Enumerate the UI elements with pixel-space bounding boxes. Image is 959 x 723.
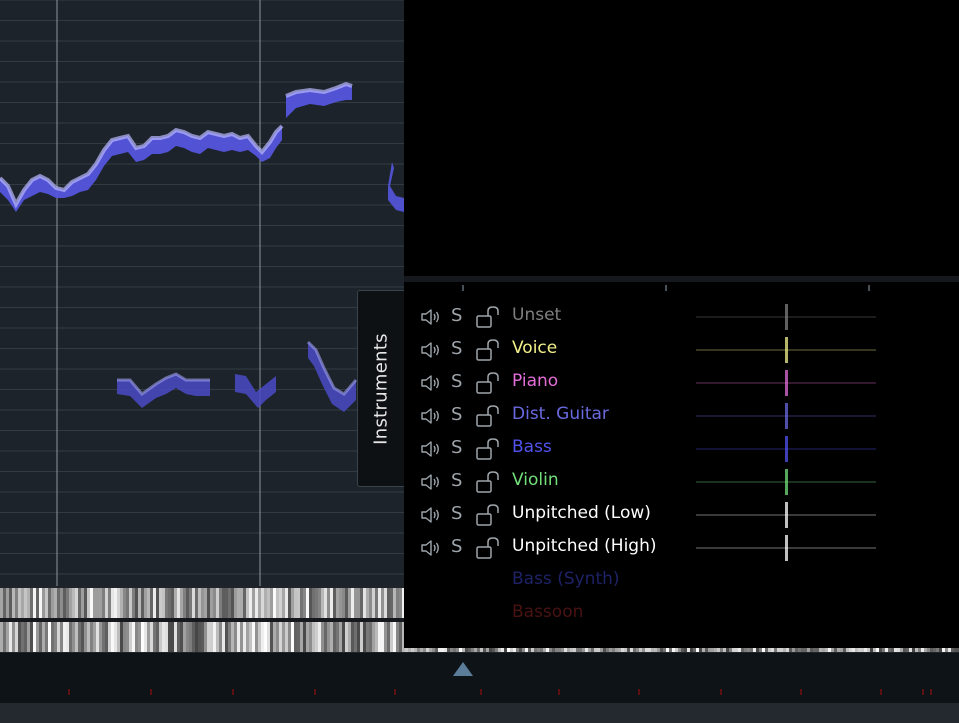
unlock-icon[interactable] — [475, 371, 501, 395]
instrument-row[interactable]: S Voice — [404, 337, 959, 363]
instrument-row[interactable]: S Unpitched (High) — [404, 535, 959, 561]
speaker-icon[interactable] — [420, 307, 442, 327]
instrument-level-meter — [696, 304, 876, 330]
instrument-level-meter — [696, 337, 876, 363]
solo-button[interactable]: S — [451, 305, 462, 326]
instrument-name: Dist. Guitar — [512, 404, 609, 424]
instrument-level-meter — [696, 469, 876, 495]
instrument-row[interactable]: S Dist. Guitar — [404, 403, 959, 429]
instrument-name: Unset — [512, 305, 562, 325]
solo-button[interactable]: S — [451, 437, 462, 458]
note-blob[interactable] — [117, 372, 210, 408]
note-blob[interactable] — [306, 340, 358, 412]
instrument-name: Bass — [512, 437, 552, 457]
speaker-icon[interactable] — [420, 406, 442, 426]
timeline-ticks — [68, 689, 932, 695]
solo-button[interactable]: S — [451, 338, 462, 359]
unlock-icon[interactable] — [475, 470, 501, 494]
instrument-row[interactable]: S Violin — [404, 469, 959, 495]
note-blob[interactable] — [0, 124, 284, 212]
instrument-level-meter — [696, 403, 876, 429]
solo-button[interactable]: S — [451, 371, 462, 392]
instrument-level-meter — [696, 436, 876, 462]
instrument-name: Unpitched (Low) — [512, 503, 651, 523]
instrument-level-meter — [696, 502, 876, 528]
instrument-name: Unpitched (High) — [512, 536, 657, 556]
instrument-name: Bassoon — [512, 602, 584, 622]
instrument-row[interactable]: S Piano — [404, 370, 959, 396]
instrument-name: Bass (Synth) — [512, 569, 620, 589]
solo-button[interactable]: S — [451, 470, 462, 491]
instrument-row[interactable]: S Unset — [404, 304, 959, 330]
unlock-icon[interactable] — [475, 338, 501, 362]
playhead-marker[interactable] — [453, 662, 473, 676]
instruments-tab[interactable]: Instruments — [357, 290, 404, 487]
speaker-icon[interactable] — [420, 505, 442, 525]
speaker-icon[interactable] — [420, 439, 442, 459]
instrument-row[interactable]: Bass (Synth) — [404, 568, 959, 594]
unlock-icon[interactable] — [475, 437, 501, 461]
note-blob[interactable] — [285, 81, 353, 118]
unlock-icon[interactable] — [475, 536, 501, 560]
status-bar — [0, 703, 959, 723]
instruments-tab-label: Instruments — [370, 332, 392, 445]
instruments-panel: S Unset S Voice S Piano S Dist. Guitar S Bass S Vio… — [404, 0, 959, 648]
instrument-row[interactable]: S Bass — [404, 436, 959, 462]
instrument-name: Piano — [512, 371, 559, 391]
speaker-icon[interactable] — [420, 373, 442, 393]
instrument-level-meter — [696, 535, 876, 561]
unlock-icon[interactable] — [475, 305, 501, 329]
speaker-icon[interactable] — [420, 472, 442, 492]
solo-button[interactable]: S — [451, 503, 462, 524]
solo-button[interactable]: S — [451, 404, 462, 425]
panel-divider[interactable] — [404, 276, 959, 291]
unlock-icon[interactable] — [475, 503, 501, 527]
instrument-row[interactable]: Bassoon — [404, 601, 959, 627]
note-blob[interactable] — [235, 374, 276, 408]
speaker-icon[interactable] — [420, 538, 442, 558]
speaker-icon[interactable] — [420, 340, 442, 360]
preview-area — [404, 0, 959, 276]
instrument-level-meter — [696, 370, 876, 396]
instrument-row[interactable]: S Unpitched (Low) — [404, 502, 959, 528]
solo-button[interactable]: S — [451, 536, 462, 557]
instrument-name: Voice — [512, 338, 558, 358]
instrument-name: Violin — [512, 470, 559, 490]
unlock-icon[interactable] — [475, 404, 501, 428]
timeline-ruler[interactable] — [0, 653, 959, 703]
